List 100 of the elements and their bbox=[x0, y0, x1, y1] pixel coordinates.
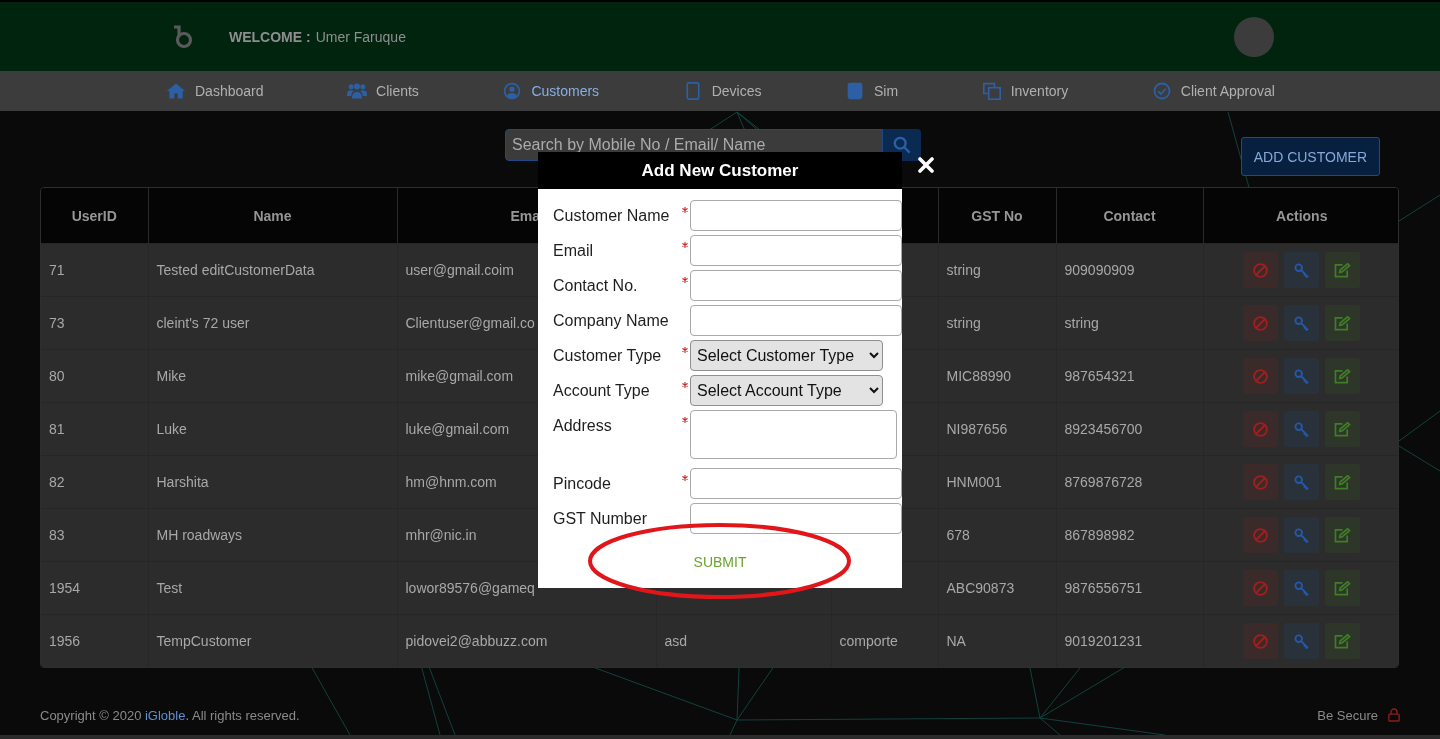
field-label: Address bbox=[553, 416, 613, 436]
add-customer-button[interactable]: ADD CUSTOMER bbox=[1240, 137, 1380, 176]
select-field[interactable]: Select Customer Type bbox=[690, 340, 883, 371]
key-icon bbox=[1294, 315, 1310, 331]
key-button[interactable] bbox=[1284, 464, 1320, 500]
field-label: Pincode bbox=[553, 474, 612, 494]
edit-button[interactable] bbox=[1325, 252, 1361, 288]
field-label: Contact No. bbox=[553, 276, 639, 296]
user-name: Umer Faruque bbox=[315, 28, 406, 45]
nav-tab[interactable]: Client Approval bbox=[1151, 82, 1275, 100]
table-cell: 9876556751 bbox=[1056, 561, 1203, 615]
key-icon bbox=[1294, 262, 1310, 278]
table-cell: 8923456700 bbox=[1056, 402, 1203, 456]
ban-icon bbox=[1253, 262, 1269, 278]
input-field[interactable] bbox=[690, 235, 902, 266]
edit-button[interactable] bbox=[1325, 358, 1361, 394]
table-cell: NA bbox=[938, 614, 1056, 667]
table-cell: NI987656 bbox=[938, 402, 1056, 456]
key-icon bbox=[1294, 368, 1310, 384]
key-icon bbox=[1294, 527, 1310, 543]
input-field[interactable] bbox=[690, 270, 902, 301]
key-button[interactable] bbox=[1284, 358, 1320, 394]
nav-tab[interactable]: Sim bbox=[844, 82, 899, 100]
edit-button[interactable] bbox=[1325, 411, 1361, 447]
edit-button[interactable] bbox=[1325, 464, 1361, 500]
field-label: Email bbox=[553, 241, 594, 261]
key-button[interactable] bbox=[1284, 517, 1320, 553]
table-cell: 81 bbox=[41, 402, 148, 456]
textarea-field[interactable] bbox=[690, 410, 897, 459]
edit-button[interactable] bbox=[1325, 517, 1361, 553]
edit-icon bbox=[1334, 580, 1352, 596]
table-cell: Tested editCustomerData bbox=[148, 243, 397, 297]
ban-icon bbox=[1253, 580, 1269, 596]
nav-tab[interactable]: Devices bbox=[682, 82, 762, 100]
block-button[interactable] bbox=[1243, 517, 1279, 553]
ban-icon bbox=[1253, 368, 1269, 384]
key-button[interactable] bbox=[1284, 411, 1320, 447]
edit-icon bbox=[1334, 474, 1352, 490]
block-button[interactable] bbox=[1243, 623, 1279, 659]
ban-icon bbox=[1253, 527, 1269, 543]
table-cell: 1954 bbox=[41, 561, 148, 615]
nav-tab[interactable]: Clients bbox=[347, 82, 419, 100]
key-icon bbox=[1294, 474, 1310, 490]
input-field[interactable] bbox=[690, 305, 902, 336]
input-field[interactable] bbox=[690, 503, 902, 534]
table-cell: Harshita bbox=[148, 455, 397, 509]
table-cell: cleint's 72 user bbox=[148, 296, 397, 350]
input-field[interactable] bbox=[690, 468, 902, 499]
key-button[interactable] bbox=[1284, 252, 1320, 288]
table-cell: 678 bbox=[938, 508, 1056, 562]
ban-icon bbox=[1253, 633, 1269, 649]
block-button[interactable] bbox=[1243, 464, 1279, 500]
table-cell: TempCustomer bbox=[148, 614, 397, 667]
block-button[interactable] bbox=[1243, 411, 1279, 447]
edit-icon bbox=[1334, 315, 1352, 331]
edit-icon bbox=[1334, 633, 1352, 649]
edit-icon bbox=[1334, 421, 1352, 437]
edit-button[interactable] bbox=[1325, 623, 1361, 659]
dialog-title: Add New Customer bbox=[641, 160, 799, 181]
table-cell: 867898982 bbox=[1056, 508, 1203, 562]
key-button[interactable] bbox=[1284, 570, 1320, 606]
table-cell: 82 bbox=[41, 455, 148, 509]
nav-tab[interactable]: Dashboard bbox=[166, 82, 264, 100]
table-cell: comporte bbox=[831, 614, 938, 667]
table-cell: 73 bbox=[41, 296, 148, 350]
check-circle-icon bbox=[1151, 82, 1172, 100]
edit-icon bbox=[1334, 368, 1352, 384]
field-label: Account Type bbox=[553, 381, 651, 401]
key-button[interactable] bbox=[1284, 305, 1320, 341]
submit-button[interactable]: SUBMIT bbox=[681, 547, 759, 577]
table-cell: pidovei2@abbuzz.com bbox=[397, 614, 656, 667]
block-button[interactable] bbox=[1243, 305, 1279, 341]
table-cell: 987654321 bbox=[1056, 349, 1203, 403]
select-field[interactable]: Select Account Type bbox=[690, 375, 883, 406]
table-cell: string bbox=[938, 296, 1056, 350]
edit-button[interactable] bbox=[1325, 570, 1361, 606]
block-button[interactable] bbox=[1243, 358, 1279, 394]
key-button[interactable] bbox=[1284, 623, 1320, 659]
table-cell: MH roadways bbox=[148, 508, 397, 562]
block-button[interactable] bbox=[1243, 570, 1279, 606]
table-cell: 909090909 bbox=[1056, 243, 1203, 297]
ban-icon bbox=[1253, 315, 1269, 331]
edit-icon bbox=[1334, 527, 1352, 543]
edit-button[interactable] bbox=[1325, 305, 1361, 341]
input-field[interactable] bbox=[690, 200, 902, 231]
column-header: UserID bbox=[41, 188, 148, 244]
nav-tab[interactable]: Customers bbox=[502, 82, 600, 100]
table-cell: ABC90873 bbox=[938, 561, 1056, 615]
close-icon[interactable] bbox=[918, 157, 934, 173]
home-icon bbox=[166, 82, 186, 100]
search-icon bbox=[893, 136, 911, 154]
block-button[interactable] bbox=[1243, 252, 1279, 288]
table-cell: asd bbox=[656, 614, 831, 667]
avatar-icon[interactable] bbox=[1234, 16, 1274, 57]
table-cell: 80 bbox=[41, 349, 148, 403]
column-header: GST No bbox=[938, 188, 1056, 244]
field-label: GST Number bbox=[553, 509, 648, 529]
table-cell: string bbox=[1056, 296, 1203, 350]
table-cell: 9019201231 bbox=[1056, 614, 1203, 667]
nav-tab[interactable]: Inventory bbox=[981, 82, 1069, 100]
